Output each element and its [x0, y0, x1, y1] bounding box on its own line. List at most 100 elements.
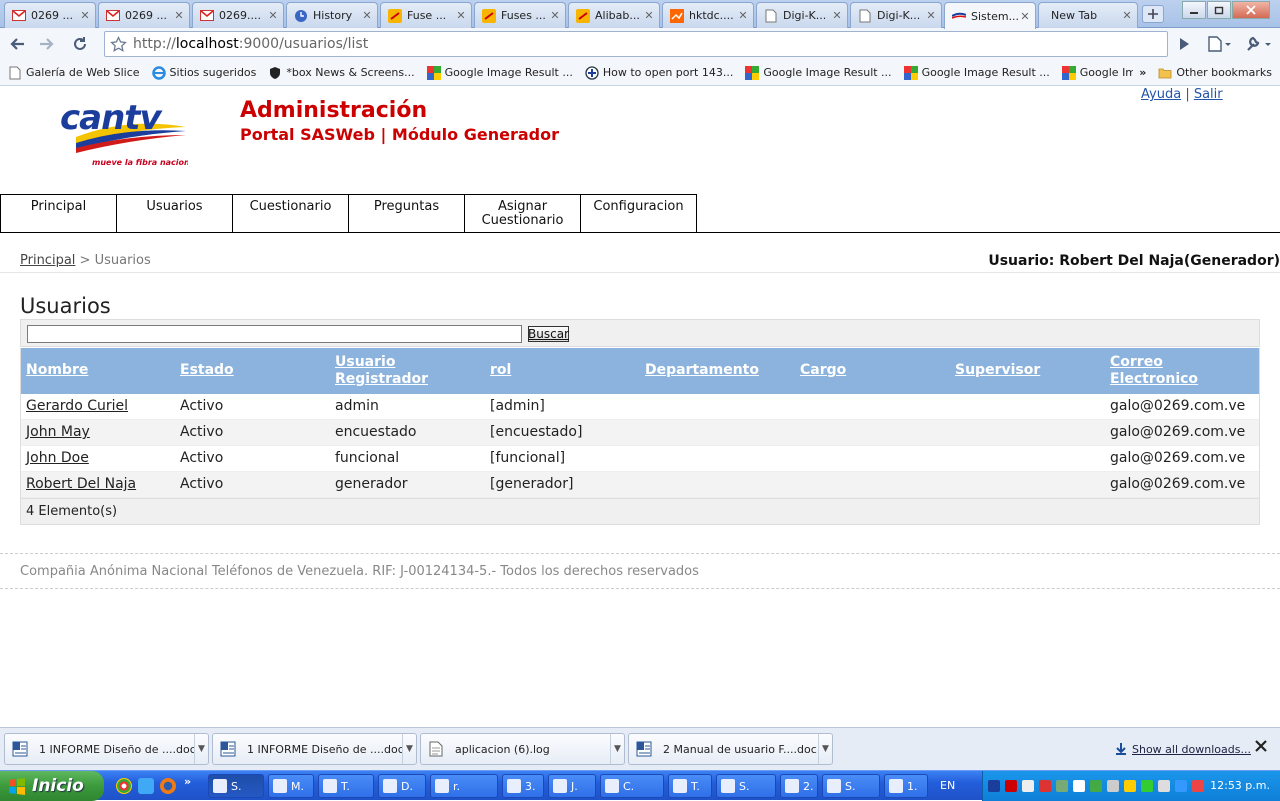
column-header[interactable]: Supervisor: [955, 362, 1040, 379]
minimize-button[interactable]: [1182, 1, 1206, 19]
bookmark-item[interactable]: *box News & Screens...: [262, 62, 420, 84]
show-all-downloads-link[interactable]: Show all downloads...: [1114, 742, 1251, 756]
taskbar-task-button[interactable]: T.: [668, 774, 712, 798]
browser-tab[interactable]: New Tab ✕: [1038, 2, 1138, 28]
help-link[interactable]: Ayuda: [1141, 87, 1181, 102]
tray-icon[interactable]: [1022, 780, 1034, 792]
reload-button[interactable]: [68, 32, 92, 56]
wrench-menu-button[interactable]: [1242, 32, 1274, 56]
chrome-quicklaunch-icon[interactable]: [116, 778, 132, 794]
tray-icon[interactable]: [1158, 780, 1170, 792]
column-header[interactable]: Correo Electronico: [1110, 354, 1198, 388]
tray-icon[interactable]: [988, 780, 1000, 792]
address-bar[interactable]: http://localhost:9000/usuarios/list: [104, 31, 1168, 57]
start-button[interactable]: Inicio: [0, 771, 104, 801]
tab-close-icon[interactable]: ✕: [831, 9, 843, 22]
bookmark-star-icon[interactable]: [110, 36, 127, 53]
menu-item-cuestionario[interactable]: Cuestionario: [232, 194, 349, 232]
taskbar-task-button[interactable]: 2.: [780, 774, 818, 798]
taskbar-task-button[interactable]: S.: [822, 774, 880, 798]
column-header[interactable]: Departamento: [645, 362, 759, 379]
browser-tab[interactable]: Digi-K... ✕: [756, 2, 848, 28]
taskbar-task-button[interactable]: C.: [600, 774, 664, 798]
user-name-link[interactable]: Gerardo Curiel: [26, 398, 128, 414]
browser-tab[interactable]: 0269 ... ✕: [4, 2, 96, 28]
bookmark-item[interactable]: Google Image Result ...: [739, 62, 897, 84]
search-button[interactable]: Buscar: [528, 326, 569, 342]
quicklaunch-overflow[interactable]: »: [184, 775, 191, 788]
tray-icon[interactable]: [1073, 780, 1085, 792]
browser-tab[interactable]: Fuse ... ✕: [380, 2, 472, 28]
tab-close-icon[interactable]: ✕: [455, 9, 467, 22]
tab-close-icon[interactable]: ✕: [1121, 9, 1133, 22]
bookmark-item[interactable]: Sitios sugeridos: [146, 62, 263, 84]
taskbar-task-button[interactable]: 1.: [884, 774, 928, 798]
menu-item-configuracion[interactable]: Configuracion: [580, 194, 697, 232]
column-header[interactable]: Nombre: [26, 362, 88, 379]
taskbar-task-button[interactable]: T.: [318, 774, 374, 798]
maximize-button[interactable]: [1207, 1, 1231, 19]
chevron-down-icon[interactable]: ▼: [194, 734, 208, 764]
chevron-down-icon[interactable]: ▼: [818, 734, 832, 764]
close-window-button[interactable]: [1232, 1, 1270, 19]
menu-item-usuarios[interactable]: Usuarios: [116, 194, 233, 232]
breadcrumb-home-link[interactable]: Principal: [20, 253, 75, 268]
browser-tab[interactable]: hktdc.... ✕: [662, 2, 754, 28]
download-item[interactable]: 1 INFORME Diseño de ....doc ▼: [4, 733, 209, 765]
tray-icon[interactable]: [1039, 780, 1051, 792]
tray-icon[interactable]: [1141, 780, 1153, 792]
bookmark-item[interactable]: Google Image Result ...: [898, 62, 1056, 84]
bookmarks-overflow-button[interactable]: »: [1133, 62, 1152, 84]
tab-close-icon[interactable]: ✕: [173, 9, 185, 22]
firefox-quicklaunch-icon[interactable]: [160, 778, 176, 794]
taskbar-task-button[interactable]: r.: [430, 774, 498, 798]
menu-item-asignar-cuestionario[interactable]: Asignar Cuestionario: [464, 194, 581, 232]
user-name-link[interactable]: John May: [26, 424, 90, 440]
go-button[interactable]: [1172, 32, 1196, 56]
logout-link[interactable]: Salir: [1194, 87, 1223, 102]
other-bookmarks-button[interactable]: Other bookmarks: [1152, 62, 1280, 84]
download-item[interactable]: 2 Manual de usuario F....doc ▼: [628, 733, 833, 765]
column-header[interactable]: Estado: [180, 362, 234, 379]
taskbar-task-button[interactable]: J.: [548, 774, 596, 798]
user-name-link[interactable]: John Doe: [26, 450, 89, 466]
tab-close-icon[interactable]: ✕: [361, 9, 373, 22]
search-input[interactable]: [27, 325, 522, 343]
browser-tab[interactable]: History ✕: [286, 2, 378, 28]
tab-close-icon[interactable]: ✕: [79, 9, 91, 22]
tray-icon[interactable]: [1090, 780, 1102, 792]
download-item[interactable]: aplicacion (6).log ▼: [420, 733, 625, 765]
bookmark-item[interactable]: Google Image Result ...: [1056, 62, 1133, 84]
tab-close-icon[interactable]: ✕: [549, 9, 561, 22]
browser-tab[interactable]: Fuses ... ✕: [474, 2, 566, 28]
tab-close-icon[interactable]: ✕: [643, 9, 655, 22]
tray-icon[interactable]: [1056, 780, 1068, 792]
tab-close-icon[interactable]: ✕: [267, 9, 279, 22]
taskbar-task-button[interactable]: S.: [208, 774, 264, 798]
user-name-link[interactable]: Robert Del Naja: [26, 476, 136, 492]
chevron-down-icon[interactable]: ▼: [610, 734, 624, 764]
back-button[interactable]: [6, 32, 30, 56]
chevron-down-icon[interactable]: ▼: [402, 734, 416, 764]
tray-icon[interactable]: [1192, 780, 1204, 792]
browser-tab[interactable]: 0269.... ✕: [192, 2, 284, 28]
browser-tab[interactable]: Alibab... ✕: [568, 2, 660, 28]
new-tab-button[interactable]: [1142, 5, 1164, 23]
close-downloads-shelf-button[interactable]: [1255, 740, 1267, 752]
menu-item-preguntas[interactable]: Preguntas: [348, 194, 465, 232]
forward-button[interactable]: [34, 32, 58, 56]
tray-icon[interactable]: [1107, 780, 1119, 792]
column-header[interactable]: rol: [490, 362, 511, 379]
bookmark-item[interactable]: Google Image Result ...: [421, 62, 579, 84]
browser-tab-active[interactable]: Sistem... ✕: [944, 2, 1036, 29]
taskbar-task-button[interactable]: S.: [716, 774, 776, 798]
menu-item-principal[interactable]: Principal: [0, 194, 117, 232]
page-menu-button[interactable]: [1204, 32, 1234, 56]
column-header[interactable]: Cargo: [800, 362, 846, 379]
taskbar-task-button[interactable]: 3.: [502, 774, 544, 798]
tray-icon[interactable]: [1124, 780, 1136, 792]
browser-tab[interactable]: Digi-K... ✕: [850, 2, 942, 28]
tab-close-icon[interactable]: ✕: [925, 9, 937, 22]
download-item[interactable]: 1 INFORME Diseño de ....doc ▼: [212, 733, 417, 765]
tab-close-icon[interactable]: ✕: [737, 9, 749, 22]
